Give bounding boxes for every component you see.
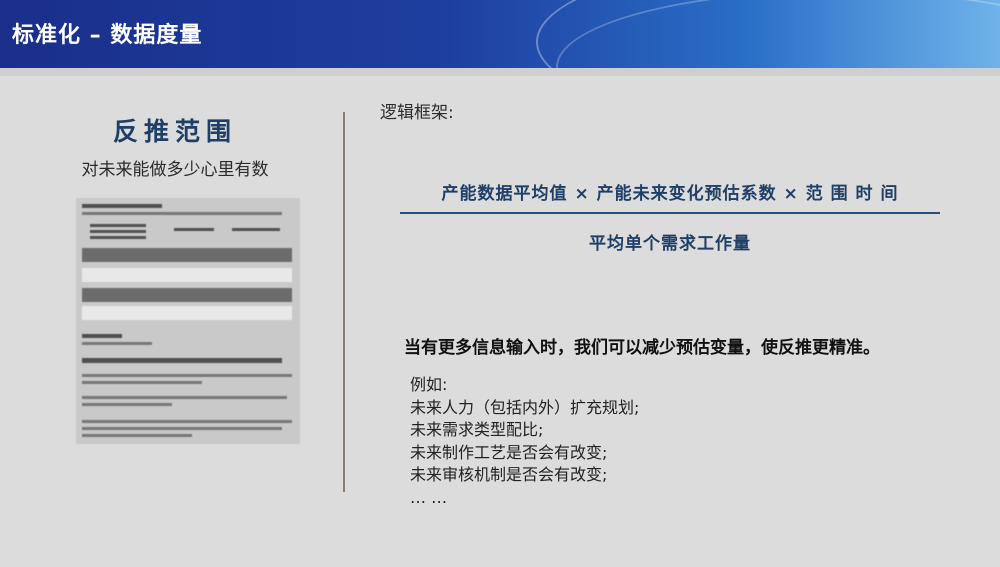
blurred-document-image [76,198,300,444]
slide-title: 标准化 – 数据度量 [12,23,203,48]
formula-numerator: 产能数据平均值 × 产能未来变化预估系数 × 范 围 时 间 [441,184,899,204]
framework-label: 逻辑框架: [380,103,454,123]
header-banner: 标准化 – 数据度量 [0,0,1000,68]
header-band [0,68,1000,76]
example-item: 未来审核机制是否会有改变; [410,465,608,484]
example-item: 未来人力（包括内外）扩充规划; [410,397,640,417]
vertical-divider [343,112,345,492]
section-title: 反推范围 [112,117,237,146]
section-subtitle: 对未来能做多少心里有数 [81,160,269,180]
examples-heading: 例如: [410,375,448,394]
formula-denominator: 平均单个需求工作量 [589,234,751,254]
fraction-line [400,212,940,214]
example-item: 未来制作工艺是否会有改变; [410,442,608,462]
example-ellipsis: … … [410,487,448,507]
examples-list: 例如: 未来人力（包括内外）扩充规划; 未来需求类型配比; 未来制作工艺是否会有… [410,374,639,509]
key-statement: 当有更多信息输入时，我们可以减少预估变量，使反推更精准。 [404,338,880,358]
example-item: 未来需求类型配比; [410,420,544,439]
